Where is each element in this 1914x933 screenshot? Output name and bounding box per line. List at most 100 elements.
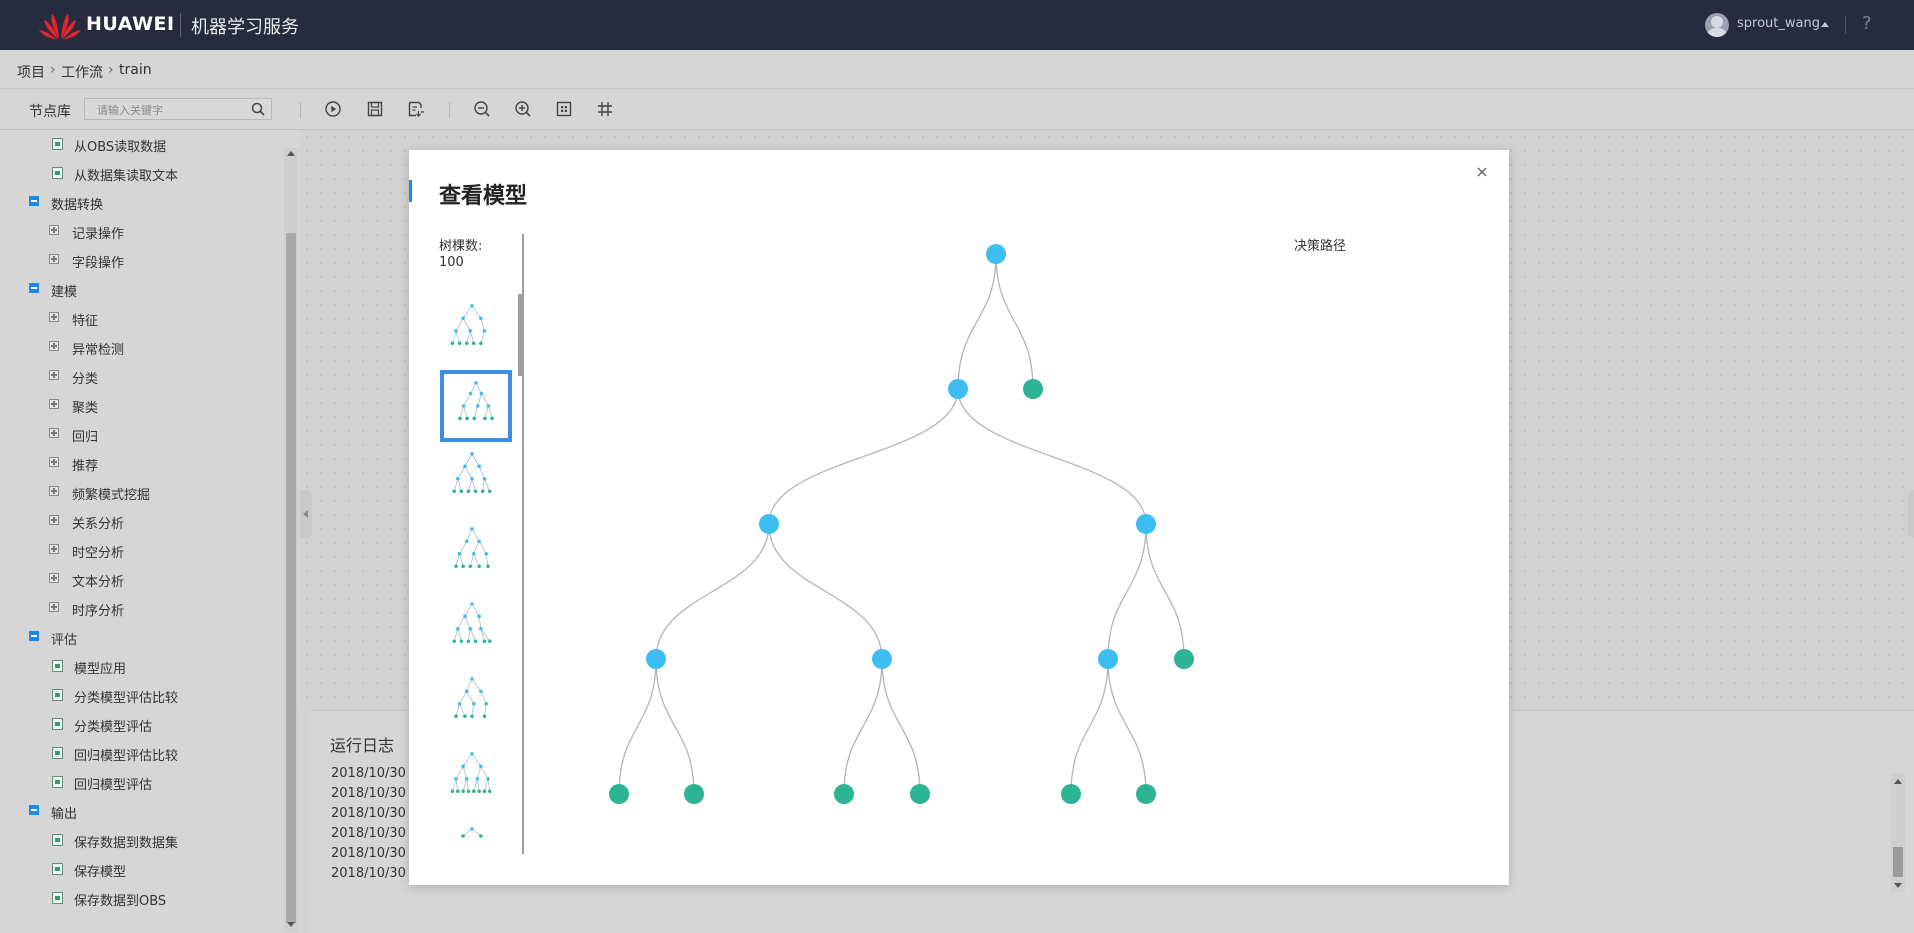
expand-toggle-icon[interactable] xyxy=(49,428,59,438)
tree-subgroup[interactable]: 聚类 xyxy=(0,395,282,416)
scroll-up-icon[interactable] xyxy=(1894,779,1902,784)
expand-toggle-icon[interactable] xyxy=(49,544,59,554)
tree-leaf-node[interactable] xyxy=(1174,649,1194,669)
tree-subgroup[interactable]: 频繁模式挖掘 xyxy=(0,482,282,503)
collapse-toggle-icon[interactable] xyxy=(29,196,39,206)
toolbar-divider xyxy=(300,102,301,118)
tree-subgroup[interactable]: 记录操作 xyxy=(0,221,282,242)
log-scrollbar-thumb[interactable] xyxy=(1893,847,1903,877)
tree-split-node[interactable] xyxy=(986,244,1006,264)
expand-toggle-icon[interactable] xyxy=(49,312,59,322)
tree-node[interactable]: 回归模型评估 xyxy=(0,772,282,793)
expand-toggle-icon[interactable] xyxy=(49,602,59,612)
tree-subgroup[interactable]: 回归 xyxy=(0,424,282,445)
tree-leaf-node[interactable] xyxy=(609,784,629,804)
scroll-up-icon[interactable] xyxy=(287,151,295,156)
expand-toggle-icon[interactable] xyxy=(49,515,59,525)
tree-group[interactable]: 输出 xyxy=(0,801,282,822)
tree-node[interactable]: 从数据集读取文本 xyxy=(0,163,282,184)
expand-panel-handle[interactable] xyxy=(1908,490,1914,538)
tree-node[interactable]: 保存数据到OBS xyxy=(0,888,282,909)
save-icon[interactable] xyxy=(365,99,385,119)
tree-subgroup[interactable]: 关系分析 xyxy=(0,511,282,532)
expand-toggle-icon[interactable] xyxy=(49,457,59,467)
tree-group[interactable]: 数据转换 xyxy=(0,192,282,213)
toolbar-divider xyxy=(449,102,450,118)
tree-subgroup[interactable]: 分类 xyxy=(0,366,282,387)
tree-subgroup[interactable]: 推荐 xyxy=(0,453,282,474)
scroll-down-icon[interactable] xyxy=(1894,883,1902,888)
tree-group[interactable]: 评估 xyxy=(0,627,282,648)
brand-divider xyxy=(180,13,181,37)
breadcrumb-item-projects[interactable]: 项目 xyxy=(17,62,45,82)
tree-node[interactable]: 分类模型评估 xyxy=(0,714,282,735)
tree-split-node[interactable] xyxy=(1098,649,1118,669)
log-title: 运行日志 xyxy=(330,736,395,755)
tree-leaf-node[interactable] xyxy=(834,784,854,804)
expand-toggle-icon[interactable] xyxy=(49,573,59,583)
fit-view-icon[interactable] xyxy=(554,99,574,119)
decision-tree-view xyxy=(609,244,1194,804)
tree-node[interactable]: 回归模型评估比较 xyxy=(0,743,282,764)
username[interactable]: sprout_wang xyxy=(1737,16,1820,31)
tree-edge xyxy=(1145,523,1185,660)
tree-item-label: 从OBS读取数据 xyxy=(74,140,167,155)
tree-leaf-node[interactable] xyxy=(1023,379,1043,399)
expand-toggle-icon[interactable] xyxy=(49,370,59,380)
avatar[interactable] xyxy=(1705,13,1729,37)
expand-toggle-icon[interactable] xyxy=(49,254,59,264)
search-icon[interactable] xyxy=(251,102,265,116)
collapse-sidebar-handle[interactable] xyxy=(300,490,312,538)
collapse-toggle-icon[interactable] xyxy=(29,631,39,641)
grid-icon[interactable] xyxy=(595,99,615,119)
tree-item-label: 分类 xyxy=(72,372,99,387)
zoom-out-icon[interactable] xyxy=(472,99,492,119)
tree-leaf-node[interactable] xyxy=(1061,784,1081,804)
run-icon[interactable] xyxy=(323,99,343,119)
tree-subgroup[interactable]: 字段操作 xyxy=(0,250,282,271)
tree-node[interactable]: 保存数据到数据集 xyxy=(0,830,282,851)
tree-subgroup[interactable]: 文本分析 xyxy=(0,569,282,590)
tree-node[interactable]: 分类模型评估比较 xyxy=(0,685,282,706)
tree-leaf-node[interactable] xyxy=(684,784,704,804)
scroll-down-icon[interactable] xyxy=(287,922,295,927)
tree-edge xyxy=(655,523,770,660)
tree-subgroup[interactable]: 时空分析 xyxy=(0,540,282,561)
tree-split-node[interactable] xyxy=(759,514,779,534)
zoom-in-icon[interactable] xyxy=(513,99,533,119)
log-line: 2018/10/30 xyxy=(331,766,406,781)
node-component-icon xyxy=(52,776,63,788)
tree-node[interactable]: 保存模型 xyxy=(0,859,282,880)
tree-split-node[interactable] xyxy=(872,649,892,669)
tree-item-label: 回归 xyxy=(72,430,99,445)
tree-split-node[interactable] xyxy=(1136,514,1156,534)
tree-leaf-node[interactable] xyxy=(1136,784,1156,804)
help-icon[interactable]: ? xyxy=(1862,13,1872,34)
tree-split-node[interactable] xyxy=(948,379,968,399)
tree-leaf-node[interactable] xyxy=(910,784,930,804)
collapse-toggle-icon[interactable] xyxy=(29,283,39,293)
sidebar-scrollbar-thumb[interactable] xyxy=(286,233,296,923)
expand-toggle-icon[interactable] xyxy=(49,486,59,496)
tree-subgroup[interactable]: 时序分析 xyxy=(0,598,282,619)
tree-subgroup[interactable]: 特征 xyxy=(0,308,282,329)
tree-item-label: 建模 xyxy=(51,285,78,300)
service-title[interactable]: 机器学习服务 xyxy=(191,13,299,39)
save-as-icon[interactable] xyxy=(406,99,426,119)
tree-node[interactable]: 从OBS读取数据 xyxy=(0,134,282,155)
caret-up-icon[interactable] xyxy=(1821,22,1829,27)
expand-toggle-icon[interactable] xyxy=(49,225,59,235)
tree-node[interactable]: 模型应用 xyxy=(0,656,282,677)
node-component-icon xyxy=(52,892,63,904)
tree-edge xyxy=(655,658,695,795)
expand-toggle-icon[interactable] xyxy=(49,399,59,409)
tree-group[interactable]: 建模 xyxy=(0,279,282,300)
tree-subgroup[interactable]: 异常检测 xyxy=(0,337,282,358)
expand-toggle-icon[interactable] xyxy=(49,341,59,351)
collapse-toggle-icon[interactable] xyxy=(29,805,39,815)
tree-split-node[interactable] xyxy=(646,649,666,669)
breadcrumb-item-workflow[interactable]: 工作流 xyxy=(61,62,103,82)
breadcrumb-separator: › xyxy=(108,62,114,78)
log-line: 2018/10/30 xyxy=(331,866,406,881)
search-input[interactable] xyxy=(85,99,259,121)
